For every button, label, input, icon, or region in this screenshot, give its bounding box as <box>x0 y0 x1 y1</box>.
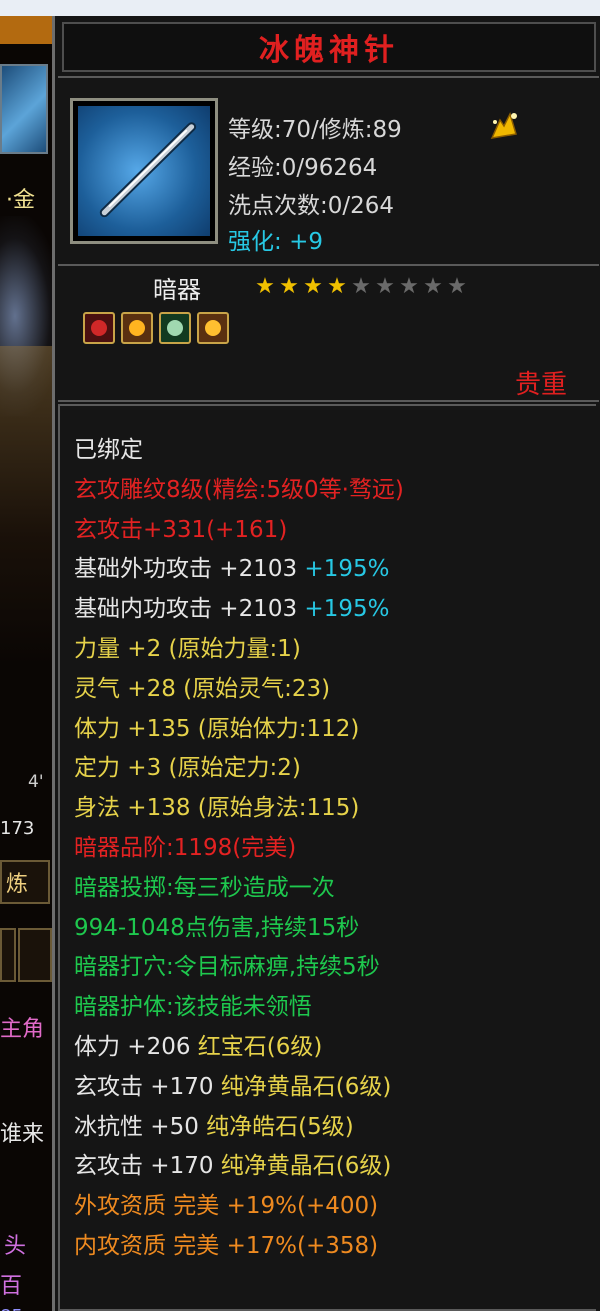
game-background: ·金 4' 173 炼 主角 谁来 头 百 85 <box>0 16 52 1311</box>
reset-count-line: 洗点次数:0/264 <box>228 193 395 219</box>
attribute-line: 994-1048点伤害,持续15秒 <box>74 908 359 942</box>
item-tooltip: 冰魄神针 等级:70/修炼:89 经验:0/96264 洗点次数:0/264 强… <box>52 16 600 1311</box>
attribute-line: 玄攻击 +170 纯净黄晶石(6级) <box>74 1146 391 1180</box>
star-filled-icon: ★ <box>303 274 323 299</box>
top-bar-fragment <box>0 16 52 44</box>
attribute-line: 外攻资质 完美 +19%(+400) <box>74 1186 378 1220</box>
attribute-line: 冰抗性 +50 纯净皓石(5级) <box>74 1107 354 1141</box>
bg-slot[interactable] <box>0 928 16 982</box>
gem-name: 纯净黄晶石(6级) <box>220 1153 392 1180</box>
yellow-gem-icon <box>121 312 153 344</box>
bg-text-fragment: 炼 <box>6 872 29 897</box>
level-line: 等级:70/修炼:89 <box>228 117 402 143</box>
silver-needle-icon <box>78 106 210 236</box>
enhance-line: 强化: +9 <box>228 222 323 256</box>
attribute-text: 内攻资质 完美 +17%(+358) <box>74 1233 379 1259</box>
bg-button[interactable]: 炼 <box>0 860 50 904</box>
attribute-list: 已绑定玄攻雕纹8级(精绘:5级0等·骛远) 玄攻击+331(+161) 基础外功攻击… <box>58 404 596 1311</box>
attribute-line: 定力 +3 (原始定力:2) <box>74 748 301 782</box>
experience-line: 经验:0/96264 <box>228 155 378 181</box>
bg-slot[interactable] <box>18 928 52 982</box>
attribute-text: 已绑定 <box>74 437 143 463</box>
attribute-line: 基础外功攻击 +2103 +195% <box>74 549 389 583</box>
gem-name: 纯净皓石(5级) <box>206 1113 354 1140</box>
enhance-label: 强化: <box>228 229 282 255</box>
attribute-line: 身法 +138 (原始身法:115) <box>74 788 359 822</box>
attribute-text: 暗器投掷:每三秒造成一次 <box>74 874 335 901</box>
attribute-text: 体力 +135 (原始体力:112) <box>74 715 360 742</box>
item-thumbnail[interactable] <box>0 64 48 154</box>
attribute-line: 玄攻雕纹8级(精绘:5级0等·骛远) <box>74 470 404 504</box>
attribute-value: 玄攻击 +170 <box>74 1073 221 1100</box>
bg-text-fragment: ·金 <box>6 188 35 213</box>
attribute-line: 玄攻击+331(+161) <box>74 510 287 544</box>
item-title-bar: 冰魄神针 <box>62 22 596 72</box>
attribute-value: 玄攻击 +170 <box>74 1153 221 1180</box>
star-filled-icon: ★ <box>279 274 299 299</box>
attribute-text: 定力 +3 (原始定力:2) <box>74 755 301 782</box>
attribute-line: 力量 +2 (原始力量:1) <box>74 629 301 663</box>
attribute-line: 暗器护体:该技能未领悟 <box>74 987 312 1021</box>
attribute-value: 冰抗性 +50 <box>74 1113 207 1140</box>
attribute-line: 灵气 +28 (原始灵气:23) <box>74 669 330 703</box>
bg-text-fragment: 头 <box>4 1234 27 1259</box>
star-empty-icon: ★ <box>399 274 419 299</box>
character-shadow <box>0 346 52 666</box>
star-filled-icon: ★ <box>327 274 347 299</box>
attribute-text: 外攻资质 完美 +19%(+400) <box>74 1193 379 1220</box>
bg-text-fragment: 4' <box>28 772 44 792</box>
star-empty-icon: ★ <box>351 274 371 299</box>
attribute-line: 暗器投掷:每三秒造成一次 <box>74 868 335 902</box>
item-name: 冰魄神针 <box>259 33 399 68</box>
rarity-label: 贵重 <box>514 370 567 400</box>
attribute-text: 暗器品阶:1198(完美) <box>74 835 297 861</box>
star-empty-icon: ★ <box>423 274 443 299</box>
attribute-text: 994-1048点伤害,持续15秒 <box>74 914 360 941</box>
item-header: 等级:70/修炼:89 经验:0/96264 洗点次数:0/264 强化: +9 <box>58 76 599 266</box>
attribute-text: 暗器打穴:令目标麻痹,持续5秒 <box>74 954 380 981</box>
red-gem-icon <box>83 312 115 344</box>
attribute-text: 暗器护体:该技能未领悟 <box>74 994 312 1021</box>
attribute-percent: +195% <box>297 556 390 583</box>
attribute-line: 基础内功攻击 +2103 +195% <box>74 589 389 623</box>
attribute-text: 灵气 +28 (原始灵气:23) <box>74 675 331 702</box>
attribute-text: 玄攻雕纹8级(精绘:5级0等·骛远) <box>74 476 404 503</box>
item-type: 暗器 <box>153 276 201 304</box>
attribute-value: 体力 +206 <box>74 1034 198 1060</box>
bg-text-fragment: 百 <box>0 1274 23 1299</box>
gold-crest-icon <box>490 111 517 139</box>
item-icon-frame <box>70 98 218 244</box>
gem-name: 纯净黄晶石(6级) <box>220 1073 392 1100</box>
item-subheader: 暗器 ★ ★ ★ ★ ★ ★ ★ ★ ★ 贵重 <box>58 266 599 402</box>
star-empty-icon: ★ <box>447 274 467 299</box>
bg-text-fragment: 主角 <box>0 1017 45 1042</box>
attribute-line: 暗器打穴:令目标麻痹,持续5秒 <box>74 947 380 981</box>
gem-name: 红宝石(6级) <box>197 1034 323 1060</box>
star-filled-icon: ★ <box>255 274 275 299</box>
attribute-text: 基础内功攻击 +2103 <box>74 596 298 623</box>
attribute-line: 已绑定 <box>74 430 143 464</box>
attribute-line: 玄攻击 +170 纯净黄晶石(6级) <box>74 1067 391 1101</box>
attribute-text: 基础外功攻击 +2103 <box>74 556 298 583</box>
star-empty-icon: ★ <box>375 274 395 299</box>
attribute-text: 玄攻击+331(+161) <box>74 516 288 543</box>
yellow-gem-icon <box>197 312 229 344</box>
attribute-line: 内攻资质 完美 +17%(+358) <box>74 1226 378 1260</box>
bg-text-fragment: 173 <box>0 818 35 839</box>
attribute-line: 暗器品阶:1198(完美) <box>74 828 296 862</box>
attribute-text: 身法 +138 (原始身法:115) <box>74 795 360 822</box>
enhance-value: +9 <box>289 229 323 255</box>
attribute-percent: +195% <box>297 596 390 623</box>
bg-text-fragment: 85 <box>0 1306 23 1311</box>
attribute-text: 力量 +2 (原始力量:1) <box>74 636 301 662</box>
attribute-line: 体力 +206 红宝石(6级) <box>74 1027 322 1061</box>
green-gem-icon <box>159 312 191 344</box>
bg-text-fragment: 谁来 <box>0 1122 45 1147</box>
socket-gems <box>83 312 229 344</box>
star-rating: ★ ★ ★ ★ ★ ★ ★ ★ ★ <box>254 276 468 298</box>
attribute-line: 体力 +135 (原始体力:112) <box>74 709 359 743</box>
